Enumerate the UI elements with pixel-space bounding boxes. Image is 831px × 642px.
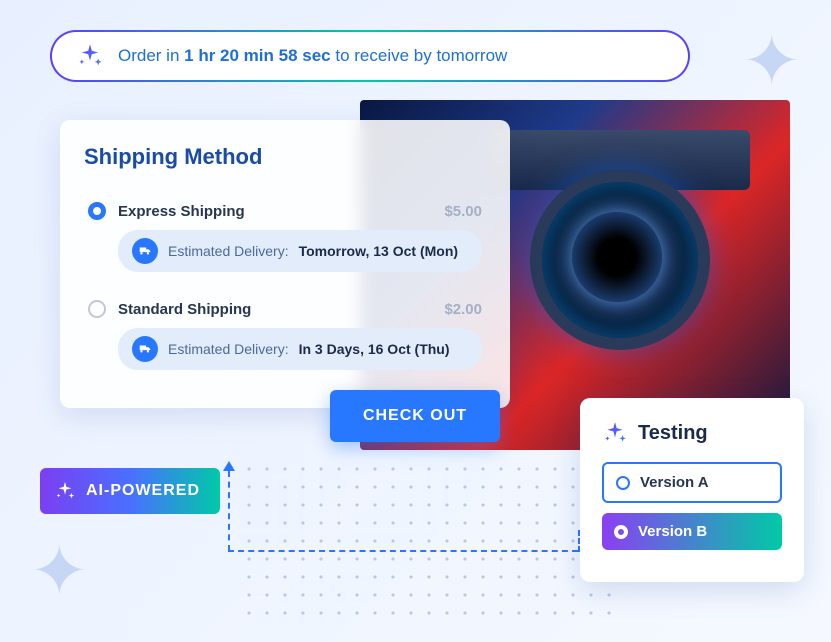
checkout-button[interactable]: CHECK OUT: [330, 390, 500, 442]
shipping-option-row[interactable]: Express Shipping $5.00: [88, 202, 482, 220]
estimate-value: Tomorrow, 13 Oct (Mon): [299, 243, 458, 259]
truck-icon: [132, 238, 158, 264]
shipping-name: Standard Shipping: [118, 301, 432, 318]
radio-icon[interactable]: [88, 300, 106, 318]
radio-icon[interactable]: [88, 202, 106, 220]
testing-title: Testing: [638, 422, 708, 445]
radio-icon: [616, 476, 630, 490]
shipping-name: Express Shipping: [118, 203, 432, 220]
version-label: Version B: [638, 523, 707, 540]
estimate-label: Estimated Delivery:: [168, 243, 289, 259]
ai-powered-badge: AI-POWERED: [40, 468, 220, 514]
shipping-title: Shipping Method: [84, 144, 486, 170]
version-label: Version A: [640, 474, 709, 491]
estimate-badge: Estimated Delivery: In 3 Days, 16 Oct (T…: [118, 328, 482, 370]
shipping-option-express: Express Shipping $5.00 Estimated Deliver…: [84, 188, 486, 286]
countdown-text: Order in 1 hr 20 min 58 sec to receive b…: [118, 46, 507, 66]
sparkle-decor-icon: ✦: [742, 20, 801, 102]
shipping-option-standard: Standard Shipping $2.00 Estimated Delive…: [84, 286, 486, 384]
arrow-up-icon: [223, 461, 235, 471]
radio-icon: [614, 525, 628, 539]
truck-icon: [132, 336, 158, 362]
sparkle-icon: [54, 480, 76, 502]
shipping-option-row[interactable]: Standard Shipping $2.00: [88, 300, 482, 318]
version-option-a[interactable]: Version A: [602, 462, 782, 503]
connector-line: [228, 471, 230, 551]
estimate-badge: Estimated Delivery: Tomorrow, 13 Oct (Mo…: [118, 230, 482, 272]
dots-pattern: [240, 460, 620, 620]
ai-badge-label: AI-POWERED: [86, 482, 200, 500]
shipping-method-card: Shipping Method Express Shipping $5.00 E…: [60, 120, 510, 408]
estimate-label: Estimated Delivery:: [168, 341, 289, 357]
connector-line: [228, 550, 578, 552]
shipping-price: $2.00: [444, 301, 482, 318]
estimate-value: In 3 Days, 16 Oct (Thu): [299, 341, 450, 357]
sparkle-decor-icon: ✦: [30, 530, 89, 612]
version-option-b[interactable]: Version B: [602, 513, 782, 550]
testing-card: Testing Version A Version B: [580, 398, 804, 582]
sparkle-icon: [602, 420, 628, 446]
testing-header: Testing: [602, 420, 782, 446]
shipping-price: $5.00: [444, 203, 482, 220]
countdown-banner: Order in 1 hr 20 min 58 sec to receive b…: [50, 30, 690, 82]
sparkle-icon: [76, 42, 104, 70]
